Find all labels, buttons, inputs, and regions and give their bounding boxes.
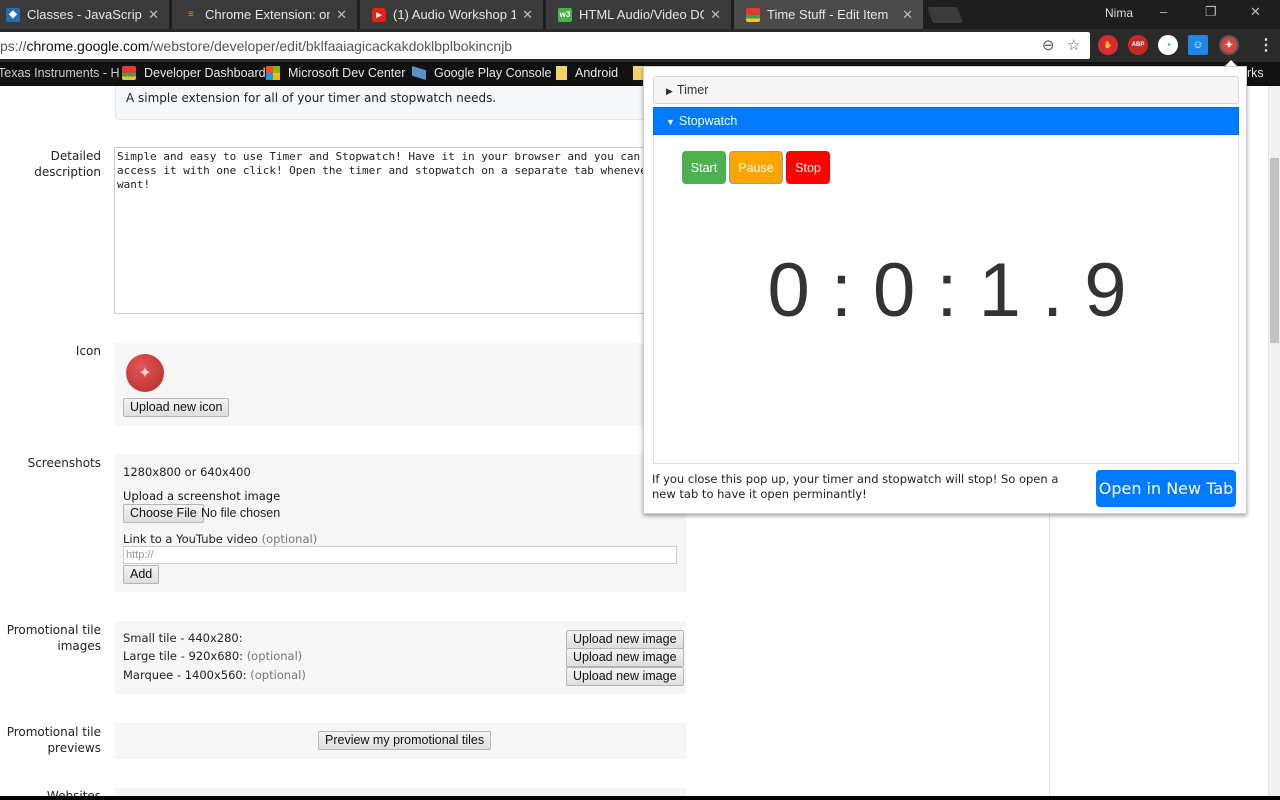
icon-section: ✦ Upload new icon xyxy=(115,343,686,426)
upload-large-tile-button[interactable]: Upload new image xyxy=(566,648,684,667)
extension-icon-preview: ✦ xyxy=(126,354,164,392)
bookmark-texas-instruments[interactable]: Texas Instruments - H xyxy=(0,66,120,80)
w3schools-icon: w3 xyxy=(558,7,572,22)
webstore-icon xyxy=(746,7,760,22)
adblock-icon[interactable]: ✋ xyxy=(1098,35,1118,55)
stop-button[interactable]: Stop xyxy=(786,151,830,184)
bookmark-star-icon[interactable]: ☆ xyxy=(1067,36,1080,54)
bookmark-folder-android[interactable]: Android xyxy=(556,66,618,80)
abp-icon[interactable]: ABP xyxy=(1128,35,1148,55)
tab-time-stuff-edit[interactable]: Time Stuff - Edit Item ✕ xyxy=(734,0,924,29)
pause-button[interactable]: Pause xyxy=(729,151,783,184)
close-tab-icon[interactable]: ✕ xyxy=(148,7,159,23)
clock-extension-icon[interactable]: ◔ xyxy=(1158,35,1178,55)
page-scrollbar-thumb[interactable] xyxy=(1270,158,1279,343)
screenshot-size-hint: 1280x800 or 640x400 xyxy=(123,465,251,479)
restore-button[interactable]: ❐ xyxy=(1205,4,1217,20)
promo-previews-label: Promotional tile previews xyxy=(6,725,101,755)
upload-small-tile-button[interactable]: Upload new image xyxy=(566,630,684,649)
close-tab-icon[interactable]: ✕ xyxy=(522,7,533,23)
promo-images-label: Promotional tile images xyxy=(6,623,101,653)
icon-label: Icon xyxy=(75,344,101,358)
browser-toolbar: ps://chrome.google.com/webstore/develope… xyxy=(0,29,1280,62)
webstore-icon xyxy=(122,66,136,80)
tab-mdn-classes[interactable]: ◆ Classes - JavaScript | MD ✕ xyxy=(0,0,170,29)
close-tab-icon[interactable]: ✕ xyxy=(710,7,721,23)
minimize-button[interactable]: – xyxy=(1160,4,1167,19)
start-button[interactable]: Start xyxy=(682,151,726,184)
url-text: ps://chrome.google.com/webstore/develope… xyxy=(0,37,513,54)
stopwatch-display: 0 : 0 : 1 . 9 xyxy=(767,248,1127,333)
close-tab-icon[interactable]: ✕ xyxy=(902,7,913,23)
bookmark-google-play-console[interactable]: Google Play Console xyxy=(412,66,551,80)
youtube-link-label: Link to a YouTube video (optional) xyxy=(123,532,318,546)
time-stuff-extension-icon[interactable]: ✦ xyxy=(1219,35,1239,55)
small-tile-text: Small tile - 440x280: xyxy=(123,631,243,645)
tab-strip: ◆ Classes - JavaScript | MD ✕ ≡ Chrome E… xyxy=(0,0,1280,29)
detailed-description-textarea[interactable]: Simple and easy to use Timer and Stopwat… xyxy=(114,147,674,314)
add-youtube-button[interactable]: Add xyxy=(123,565,160,584)
detailed-description-label: Detailed description xyxy=(34,149,101,179)
bookmark-developer-dashboard[interactable]: Developer Dashboard xyxy=(122,66,266,80)
timer-accordion-header[interactable]: ▶ Timer xyxy=(653,76,1239,104)
upload-marquee-button[interactable]: Upload new image xyxy=(566,667,684,686)
time-stuff-popup: ▶ Timer ▼ Stopwatch Start Pause Stop 0 : 0… xyxy=(643,66,1247,514)
new-tab-button[interactable] xyxy=(927,7,963,23)
summary-field[interactable]: A simple extension for all of your timer… xyxy=(115,86,675,120)
people-extension-icon[interactable]: ☺ xyxy=(1188,35,1208,55)
mdn-icon: ◆ xyxy=(6,7,20,22)
play-console-icon xyxy=(412,66,426,80)
open-in-new-tab-button[interactable]: Open in New Tab xyxy=(1096,470,1236,507)
no-file-chosen-text: No file chosen xyxy=(201,506,281,520)
address-bar[interactable]: ps://chrome.google.com/webstore/develope… xyxy=(0,32,1090,59)
websites-label: Websites xyxy=(46,789,101,796)
upload-new-icon-button[interactable]: Upload new icon xyxy=(123,398,230,417)
large-tile-text: Large tile - 920x680: (optional) xyxy=(123,649,303,663)
caret-down-icon: ▼ xyxy=(666,117,675,127)
stopwatch-panel: Start Pause Stop 0 : 0 : 1 . 9 xyxy=(653,135,1239,464)
caret-right-icon: ▶ xyxy=(666,86,673,96)
tab-w3schools[interactable]: w3 HTML Audio/Video DOM ✕ xyxy=(546,0,732,29)
close-window-button[interactable]: ✕ xyxy=(1250,4,1261,20)
tab-youtube[interactable]: ▶ (1) Audio Workshop 1 Pl ✕ xyxy=(360,0,544,29)
screen-bottom-edge xyxy=(0,796,1280,800)
zoom-icon[interactable]: ⊖ xyxy=(1042,36,1055,54)
upload-screenshot-heading: Upload a screenshot image xyxy=(123,489,281,503)
marquee-tile-text: Marquee - 1400x560: (optional) xyxy=(123,668,306,682)
youtube-icon: ▶ xyxy=(372,7,386,22)
screenshots-label: Screenshots xyxy=(27,456,101,470)
bookmark-microsoft-dev-center[interactable]: Microsoft Dev Center xyxy=(266,66,405,80)
folder-icon xyxy=(556,66,567,80)
websites-section xyxy=(115,788,686,796)
profile-button[interactable]: Nima xyxy=(1105,6,1133,20)
microsoft-icon xyxy=(266,66,280,80)
close-tab-icon[interactable]: ✕ xyxy=(336,7,347,23)
stackoverflow-icon: ≡ xyxy=(188,9,194,20)
youtube-url-input[interactable]: http:// xyxy=(123,546,677,564)
choose-file-button[interactable]: Choose File xyxy=(123,504,204,523)
popup-warning-note: If you close this pop up, your timer and… xyxy=(652,472,1059,501)
preview-promo-tiles-button[interactable]: Preview my promotional tiles xyxy=(318,731,492,750)
stopwatch-accordion-header[interactable]: ▼ Stopwatch xyxy=(653,107,1239,135)
tab-stackoverflow[interactable]: ≡ Chrome Extension: onclic ✕ xyxy=(172,0,358,29)
chrome-menu-icon[interactable]: ⋮ xyxy=(1258,35,1274,55)
